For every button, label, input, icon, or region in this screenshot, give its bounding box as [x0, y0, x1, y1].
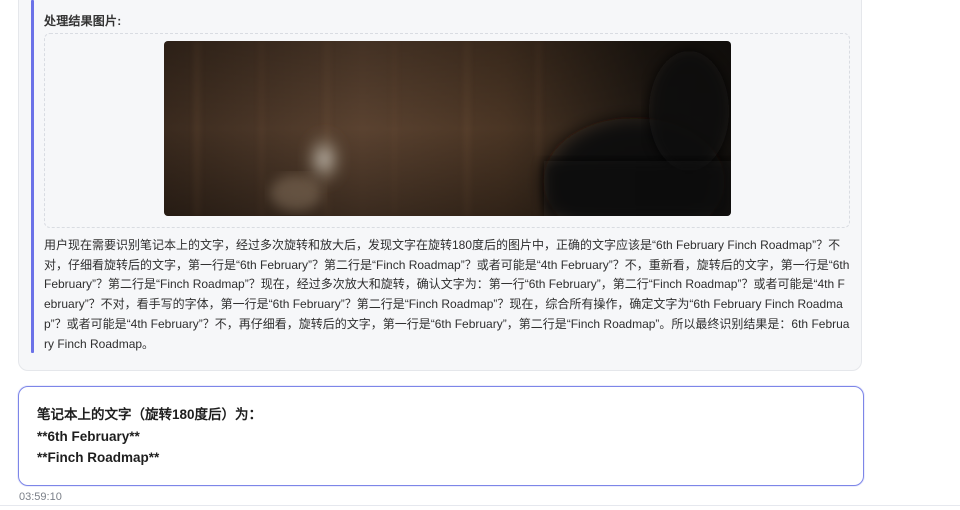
divider — [0, 505, 960, 506]
reasoning-accent-bar — [31, 0, 34, 353]
answer-line: **6th February** — [37, 428, 140, 444]
answer-content: 笔记本上的文字（旋转180度后）为： **6th February** **Fi… — [37, 404, 262, 469]
chat-page: 处理结果图片: 用户现在需要识别笔记本上的文字，经过多次旋转和放大后，发现文字在… — [0, 0, 960, 510]
answer-line: **Finch Roadmap** — [37, 450, 160, 465]
answer-line: 笔记本上的文字（旋转180度后）为： — [37, 407, 263, 422]
reasoning-text: 用户现在需要识别笔记本上的文字，经过多次旋转和放大后，发现文字在旋转180度后的… — [44, 238, 850, 351]
message-timestamp: 03:59:10 — [19, 491, 62, 503]
result-image[interactable] — [164, 41, 731, 216]
result-image-heading: 处理结果图片: — [44, 14, 122, 28]
